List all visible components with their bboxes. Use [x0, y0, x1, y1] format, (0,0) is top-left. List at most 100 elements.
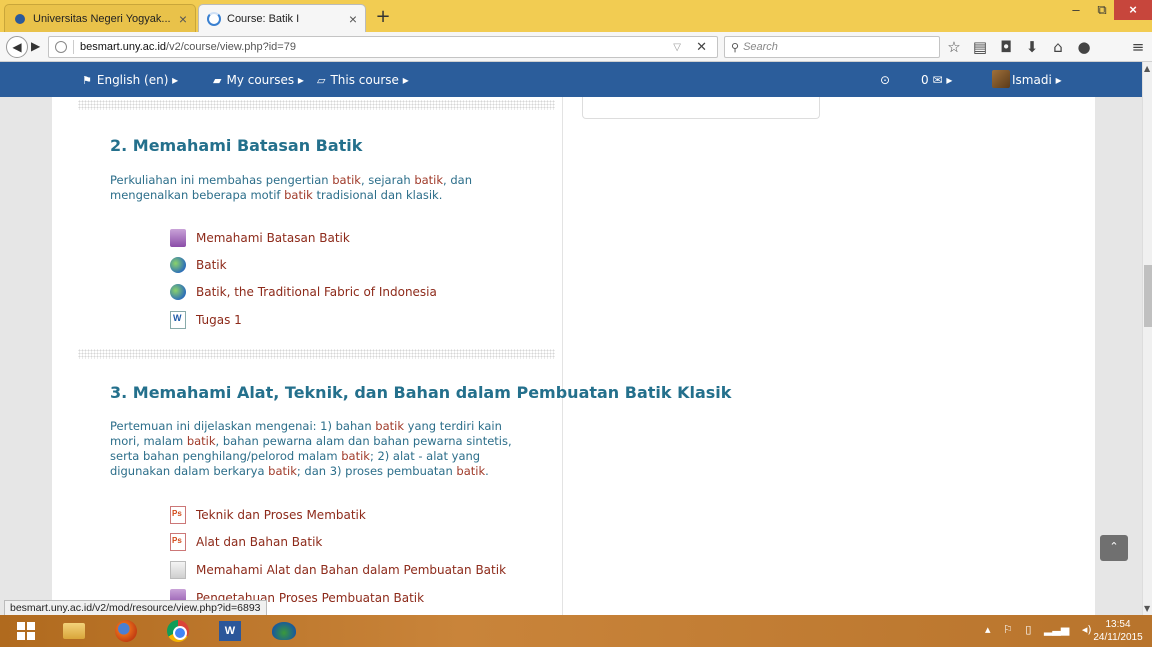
language-label: English (en) ▸	[96, 73, 179, 87]
menu-icon[interactable]: ≡	[1128, 38, 1148, 56]
my-courses-label: My courses ▸	[226, 73, 304, 87]
scroll-up-icon[interactable]: ▲	[1144, 64, 1150, 73]
course-sections: 2. Memahami Batasan Batik Perkuliahan in…	[70, 97, 731, 615]
downloads-icon[interactable]: ⬇	[1022, 38, 1042, 56]
tab-close-icon[interactable]: ×	[179, 11, 187, 27]
side-block	[582, 97, 820, 119]
clock-time: 13:54	[1105, 619, 1131, 630]
activity-label: Teknik dan Proses Membatik	[196, 508, 366, 522]
tab-title: Course: Batik I	[227, 12, 300, 25]
section-summary: Pertemuan ini dijelaskan mengenai: 1) ba…	[110, 419, 512, 478]
flag-icon: ⚑	[82, 74, 92, 87]
chat-icon[interactable]: ●	[1074, 38, 1094, 56]
activity-link[interactable]: Alat dan Bahan Batik	[170, 533, 322, 551]
scroll-down-icon[interactable]: ▼	[1144, 604, 1150, 613]
windows-logo-icon	[17, 622, 35, 640]
site-identity-icon[interactable]	[55, 41, 67, 53]
pocket-icon[interactable]: ◘	[996, 38, 1016, 56]
section-summary: Perkuliahan ini membahas pengertian bati…	[110, 173, 472, 202]
activity-label: Alat dan Bahan Batik	[196, 535, 323, 549]
file-explorer-icon[interactable]	[52, 617, 96, 645]
loading-spinner-icon	[207, 11, 221, 26]
messages-menu[interactable]: 0 ✉ ▸	[921, 73, 952, 87]
maximize-button[interactable]: ⧉	[1088, 2, 1116, 22]
section-divider	[78, 349, 555, 359]
browser-tab-bar: Universitas Negeri Yogyak... × Course: B…	[0, 0, 1152, 32]
activity-link[interactable]: Tugas 1	[170, 311, 242, 329]
forward-arrow-icon[interactable]: ▶	[31, 39, 40, 53]
app-icon[interactable]	[262, 617, 306, 645]
tab-uny[interactable]: Universitas Negeri Yogyak... ×	[4, 4, 196, 32]
system-tray: ▴ ⚐ ▯ ▂▃▅ ◂)	[985, 623, 1101, 636]
file-icon	[170, 561, 186, 579]
section-divider	[78, 100, 555, 110]
book-icon: ▱	[317, 74, 326, 87]
url-separator	[73, 40, 74, 54]
word-document-icon	[170, 311, 186, 329]
bookmarks-list-icon[interactable]: ▤	[970, 38, 990, 56]
course-content: 2. Memahami Batasan Batik Perkuliahan in…	[52, 97, 1095, 615]
book-icon	[170, 229, 186, 247]
windows-taskbar: W ▴ ⚐ ▯ ▂▃▅ ◂) 13:54 24/11/2015	[0, 615, 1152, 647]
user-menu[interactable]: Ismadi ▸	[992, 70, 1062, 88]
browser-nav-bar: ◀ ▶ besmart.uny.ac.id /v2/course/view.ph…	[0, 32, 1152, 62]
search-icon: ⚲	[731, 41, 740, 54]
network-signal-icon[interactable]: ▂▃▅	[1044, 623, 1069, 636]
close-window-button[interactable]: ×	[1114, 0, 1152, 20]
user-name: Ismadi ▸	[1012, 73, 1062, 87]
avatar	[992, 70, 1010, 88]
activity-link[interactable]: Memahami Batasan Batik	[170, 229, 350, 247]
status-bar-url: besmart.uny.ac.id/v2/mod/resource/view.p…	[4, 600, 267, 616]
home-icon[interactable]: ⌂	[1048, 38, 1068, 56]
my-courses-menu[interactable]: ▰ My courses ▸	[213, 73, 304, 87]
activity-label: Batik	[196, 258, 227, 272]
tab-title: Universitas Negeri Yogyak...	[33, 12, 171, 25]
section-title: 2. Memahami Batasan Batik	[110, 136, 363, 155]
url-dropdown-icon[interactable]: ▽	[673, 42, 681, 53]
taskbar-clock[interactable]: 13:54 24/11/2015	[1088, 618, 1148, 644]
notifications-icon[interactable]: ⊙	[880, 73, 890, 87]
tab-course-batik[interactable]: Course: Batik I ×	[198, 4, 366, 32]
url-bar[interactable]: besmart.uny.ac.id /v2/course/view.php?id…	[48, 36, 718, 58]
back-to-top-button[interactable]: ⌃	[1100, 535, 1128, 561]
start-button[interactable]	[4, 617, 48, 645]
uny-favicon-icon	[13, 11, 27, 26]
activity-label: Memahami Batasan Batik	[196, 231, 350, 245]
moodle-navbar: ⚑ English (en) ▸ ▰ My courses ▸ ▱ This cour…	[0, 62, 1142, 97]
activity-label: Batik, the Traditional Fabric of Indones…	[196, 285, 437, 299]
activity-link[interactable]: Memahami Alat dan Bahan dalam Pembuatan …	[170, 561, 506, 579]
bookmark-star-icon[interactable]: ☆	[944, 38, 964, 56]
powerpoint-icon	[170, 506, 186, 524]
this-course-menu[interactable]: ▱ This course ▸	[317, 73, 409, 87]
section-title: 3. Memahami Alat, Teknik, dan Bahan dala…	[110, 383, 732, 402]
word-icon[interactable]: W	[208, 617, 252, 645]
scroll-thumb[interactable]	[1144, 265, 1152, 327]
activity-label: Tugas 1	[196, 313, 242, 327]
stop-loading-icon[interactable]: ✕	[696, 39, 707, 55]
url-globe-icon	[170, 257, 186, 273]
chrome-icon[interactable]	[156, 617, 200, 645]
language-menu[interactable]: ⚑ English (en) ▸	[82, 73, 178, 87]
battery-icon[interactable]: ▯	[1025, 623, 1031, 636]
page-scrollbar[interactable]: ▲ ▼	[1142, 62, 1152, 615]
url-globe-icon	[170, 284, 186, 300]
activity-link[interactable]: Batik	[170, 257, 227, 273]
minimize-button[interactable]: –	[1062, 2, 1090, 22]
search-placeholder: Search	[743, 41, 778, 53]
clock-date: 24/11/2015	[1093, 632, 1143, 643]
url-host: besmart.uny.ac.id	[80, 41, 167, 53]
search-input[interactable]: ⚲ Search	[724, 36, 940, 58]
back-arrow-icon[interactable]: ◀	[6, 36, 28, 58]
flag-icon[interactable]: ⚐	[1003, 623, 1013, 636]
tab-close-icon[interactable]: ×	[349, 11, 357, 27]
this-course-label: This course ▸	[330, 73, 409, 87]
powerpoint-icon	[170, 533, 186, 551]
firefox-icon[interactable]	[104, 617, 148, 645]
activity-link[interactable]: Teknik dan Proses Membatik	[170, 506, 366, 524]
activity-label: Memahami Alat dan Bahan dalam Pembuatan …	[196, 563, 507, 577]
url-path: /v2/course/view.php?id=79	[166, 41, 296, 53]
activity-link[interactable]: Batik, the Traditional Fabric of Indones…	[170, 284, 437, 300]
tray-expand-icon[interactable]: ▴	[985, 623, 991, 636]
new-tab-button[interactable]: +	[372, 6, 394, 27]
briefcase-icon: ▰	[213, 74, 222, 87]
